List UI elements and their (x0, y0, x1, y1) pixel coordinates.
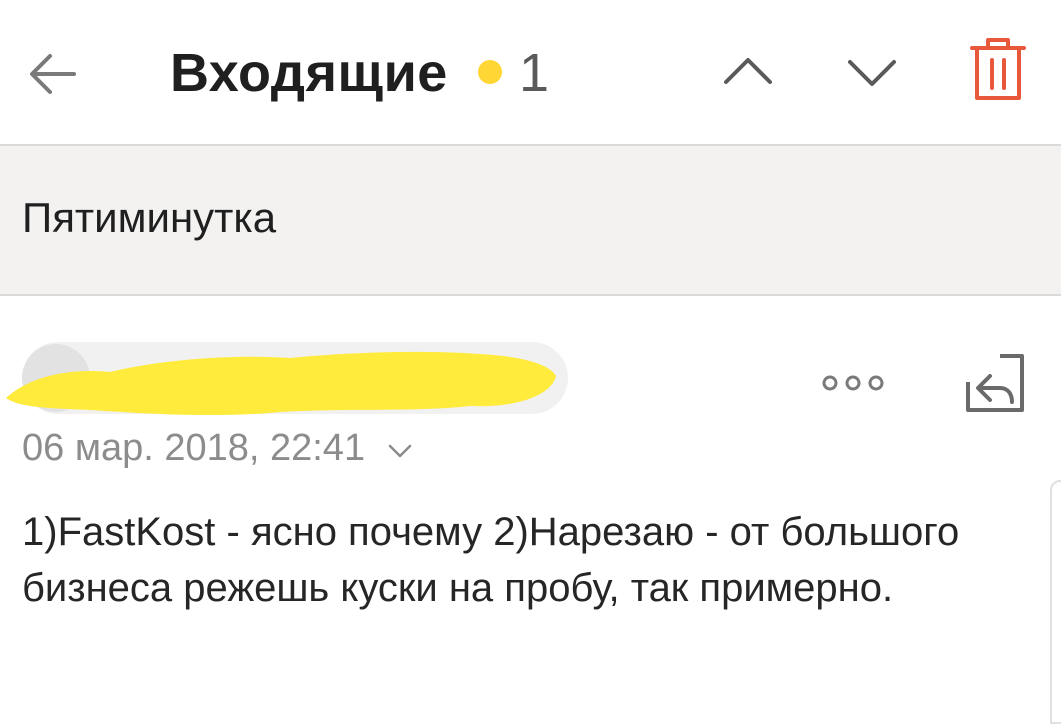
next-card-edge (1050, 480, 1061, 724)
arrow-left-icon (30, 54, 76, 94)
more-dots-icon (822, 375, 884, 391)
message-body: 1)FastKost - ясно почему 2)Нарезаю - от … (22, 510, 960, 610)
message-date: 06 мар. 2018, 22:41 (22, 427, 366, 469)
previous-message-button[interactable] (718, 42, 778, 102)
top-bar: Входящие 1 (0, 0, 1061, 146)
folder-title: Входящие (170, 43, 448, 103)
sender-redaction (6, 351, 556, 416)
unread-indicator-dot (478, 60, 502, 84)
delete-button[interactable] (966, 36, 1030, 106)
chevron-up-icon (724, 58, 772, 84)
message-subject: Пятиминутка (22, 194, 277, 241)
reply-button[interactable] (962, 352, 1026, 416)
subject-bar: Пятиминутка (0, 146, 1061, 296)
more-actions-button[interactable] (818, 368, 888, 398)
chevron-down-icon (848, 60, 896, 86)
next-message-button[interactable] (842, 42, 902, 102)
back-button[interactable] (22, 42, 86, 106)
trash-icon (970, 38, 1026, 100)
details-toggle[interactable] (386, 438, 414, 462)
unread-count: 1 (519, 43, 550, 103)
reply-icon (966, 354, 1024, 412)
chevron-down-icon (388, 444, 412, 458)
